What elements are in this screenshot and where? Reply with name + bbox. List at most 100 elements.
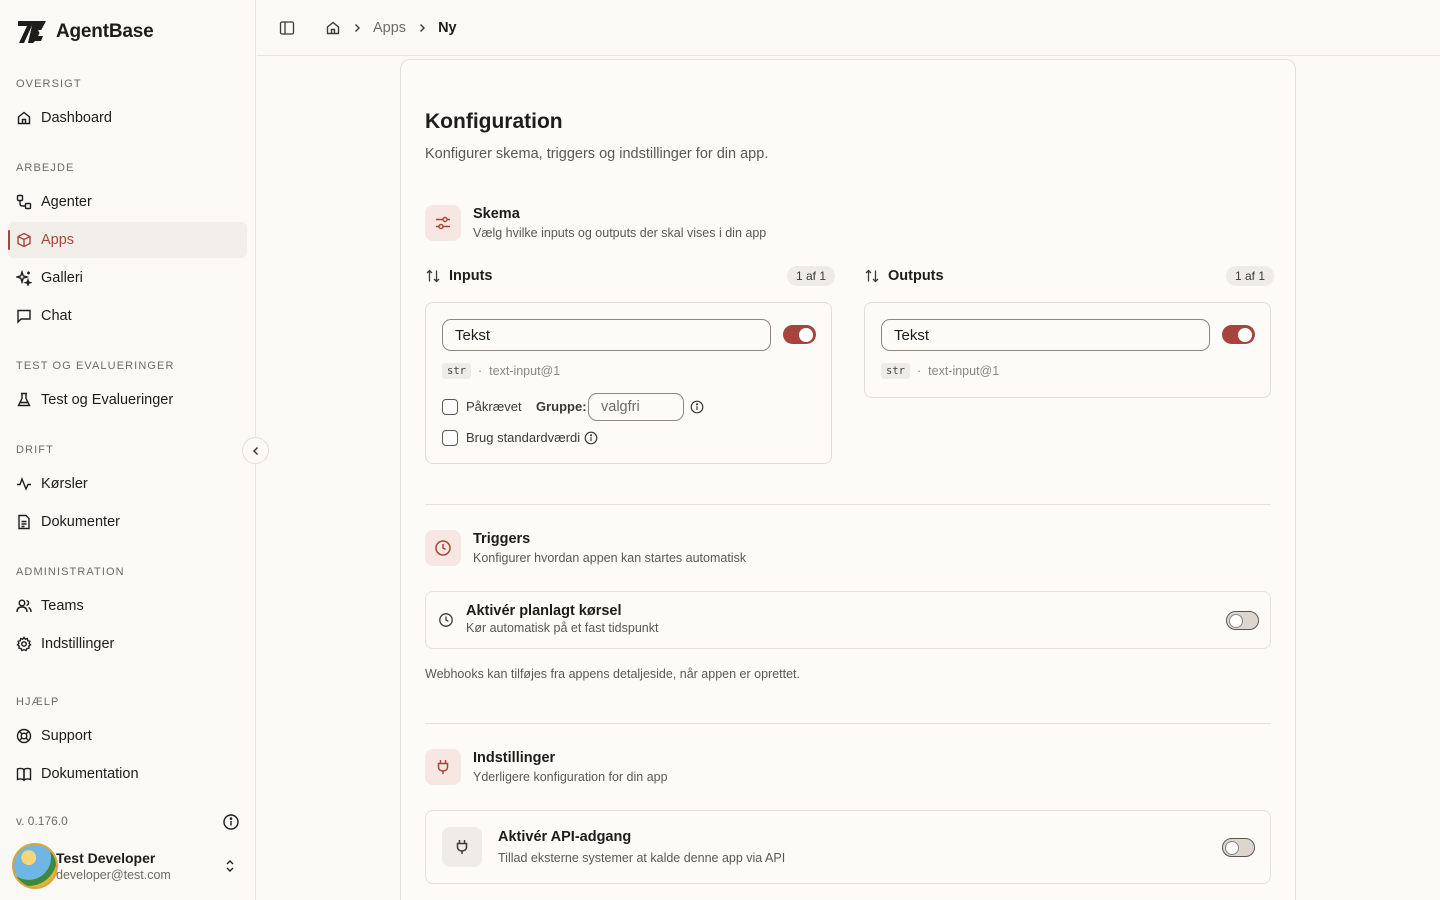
outputs-count-badge: 1 af 1 <box>1226 266 1275 286</box>
sidebar-item-indstillinger[interactable]: Indstillinger <box>8 626 247 662</box>
collapse-sidebar-button[interactable] <box>242 437 269 464</box>
info-icon[interactable] <box>690 400 704 414</box>
settings-title: Indstillinger <box>473 750 556 766</box>
input-field-type: str · text-input@1 <box>442 363 560 379</box>
avatar <box>12 843 58 889</box>
sidebar-item-apps[interactable]: Apps <box>8 222 247 258</box>
required-label: Påkrævet <box>466 399 522 414</box>
group-label: Gruppe: <box>536 399 587 414</box>
plug-icon <box>437 760 449 774</box>
page-subtitle: Konfigurer skema, triggers og indstillin… <box>425 146 769 162</box>
app-logo[interactable]: AgentBase <box>16 18 154 46</box>
settings-section-icon <box>425 749 461 785</box>
sidebar-item-test-og-evalueringer[interactable]: Test og Evalueringer <box>8 382 247 418</box>
sparkles-icon <box>16 270 32 286</box>
sidebar-item-dokumenter[interactable]: Dokumenter <box>8 504 247 540</box>
output-field-type: str · text-input@1 <box>881 363 999 379</box>
group-input[interactable]: valgfri <box>588 393 684 421</box>
plug-icon <box>456 840 468 854</box>
info-icon[interactable] <box>222 813 240 831</box>
outputs-header: Outputs <box>864 268 944 284</box>
input-field-name[interactable]: Tekst <box>442 319 771 351</box>
info-icon[interactable] <box>584 431 598 445</box>
breadcrumb-current: Ny <box>438 19 457 36</box>
arrows-up-down-icon <box>865 269 879 283</box>
version-label: v. 0.176.0 <box>16 814 68 828</box>
sidebar-item-agenter[interactable]: Agenter <box>8 184 247 220</box>
section-label-administration: ADMINISTRATION <box>16 566 125 578</box>
users-icon <box>16 599 32 613</box>
triggers-subtitle: Konfigurer hvordan appen kan startes aut… <box>473 551 747 565</box>
chevron-left-icon <box>252 446 258 455</box>
input-field-toggle[interactable] <box>783 325 816 344</box>
app-name: AgentBase <box>56 21 154 42</box>
topbar: Apps Ny <box>257 0 1440 56</box>
api-icon-box <box>442 827 482 867</box>
default-value-checkbox[interactable] <box>442 430 458 446</box>
sidebar-toggle-icon[interactable] <box>279 20 295 36</box>
default-value-label: Brug standardværdi <box>466 430 581 445</box>
sidebar-item-dokumentation[interactable]: Dokumentation <box>8 756 247 792</box>
clock-icon <box>439 613 453 627</box>
user-name: Test Developer <box>56 850 156 866</box>
home-icon[interactable] <box>325 20 341 36</box>
breadcrumb-apps[interactable]: Apps <box>373 20 406 36</box>
schedule-row: Aktivér planlagt kørsel Kør automatisk p… <box>425 591 1271 649</box>
sidebar-item-teams[interactable]: Teams <box>8 588 247 624</box>
required-checkbox[interactable] <box>442 399 458 415</box>
activity-icon <box>17 477 31 491</box>
sidebar-item-support[interactable]: Support <box>8 718 247 754</box>
api-subtitle: Tillad eksterne systemer at kalde denne … <box>498 851 786 865</box>
message-icon <box>17 309 31 324</box>
sidebar-item-korsler[interactable]: Kørsler <box>8 466 247 502</box>
section-label-arbejde: ARBEJDE <box>16 162 75 174</box>
sidebar-item-galleri[interactable]: Galleri <box>8 260 247 296</box>
api-access-row: Aktivér API-adgang Tillad eksterne syste… <box>425 810 1271 884</box>
flask-icon <box>17 392 31 407</box>
home-icon <box>17 111 31 125</box>
triggers-section-icon <box>425 530 461 566</box>
page-title: Konfiguration <box>425 110 563 133</box>
configuration-card: Konfiguration Konfigurer skema, triggers… <box>400 59 1296 900</box>
output-field-toggle[interactable] <box>1222 325 1255 344</box>
user-email: developer@test.com <box>56 868 171 882</box>
arrows-up-down-icon <box>426 269 440 283</box>
box-icon <box>17 232 31 248</box>
schedule-title: Aktivér planlagt kørsel <box>466 603 622 619</box>
section-divider <box>425 504 1271 505</box>
gear-icon <box>16 636 32 652</box>
schedule-subtitle: Kør automatisk på et fast tidspunkt <box>466 621 659 635</box>
api-title: Aktivér API-adgang <box>498 829 632 845</box>
schema-subtitle: Vælg hvilke inputs og outputs der skal v… <box>473 226 767 240</box>
triggers-title: Triggers <box>473 531 531 547</box>
webhooks-note: Webhooks kan tilføjes fra appens detalje… <box>425 667 800 681</box>
schedule-toggle[interactable] <box>1226 611 1259 630</box>
logo-icon <box>18 21 46 43</box>
section-divider <box>425 723 1271 724</box>
schema-section-icon <box>425 205 461 241</box>
section-label-drift: DRIFT <box>16 444 54 456</box>
sidebar-item-dashboard[interactable]: Dashboard <box>8 100 247 136</box>
lifebuoy-icon <box>16 728 32 744</box>
input-field-card: Tekst str · text-input@1 Påkrævet Gruppe… <box>425 302 832 464</box>
sidebar-item-chat[interactable]: Chat <box>8 298 247 334</box>
inputs-header: Inputs <box>425 268 493 284</box>
api-toggle[interactable] <box>1222 838 1255 857</box>
schema-title: Skema <box>473 206 520 222</box>
sliders-icon <box>436 216 450 230</box>
output-field-name[interactable]: Tekst <box>881 319 1210 351</box>
workflow-icon <box>16 194 32 210</box>
chevron-right-icon <box>355 23 360 32</box>
output-field-card: Tekst str · text-input@1 <box>864 302 1271 398</box>
section-label-hjaelp: HJÆLP <box>16 696 60 708</box>
file-icon <box>18 514 30 530</box>
section-label-oversigt: OVERSIGT <box>16 78 82 90</box>
chevron-right-icon <box>420 23 426 32</box>
book-icon <box>16 767 32 782</box>
chevrons-up-down-icon <box>226 860 234 872</box>
inputs-count-badge: 1 af 1 <box>787 266 836 286</box>
user-menu[interactable]: Test Developer developer@test.com <box>12 842 248 890</box>
sidebar: AgentBase OVERSIGT Dashboard ARBEJDE Age… <box>0 0 256 900</box>
breadcrumb: Apps Ny <box>325 20 457 36</box>
clock-icon <box>435 540 451 556</box>
